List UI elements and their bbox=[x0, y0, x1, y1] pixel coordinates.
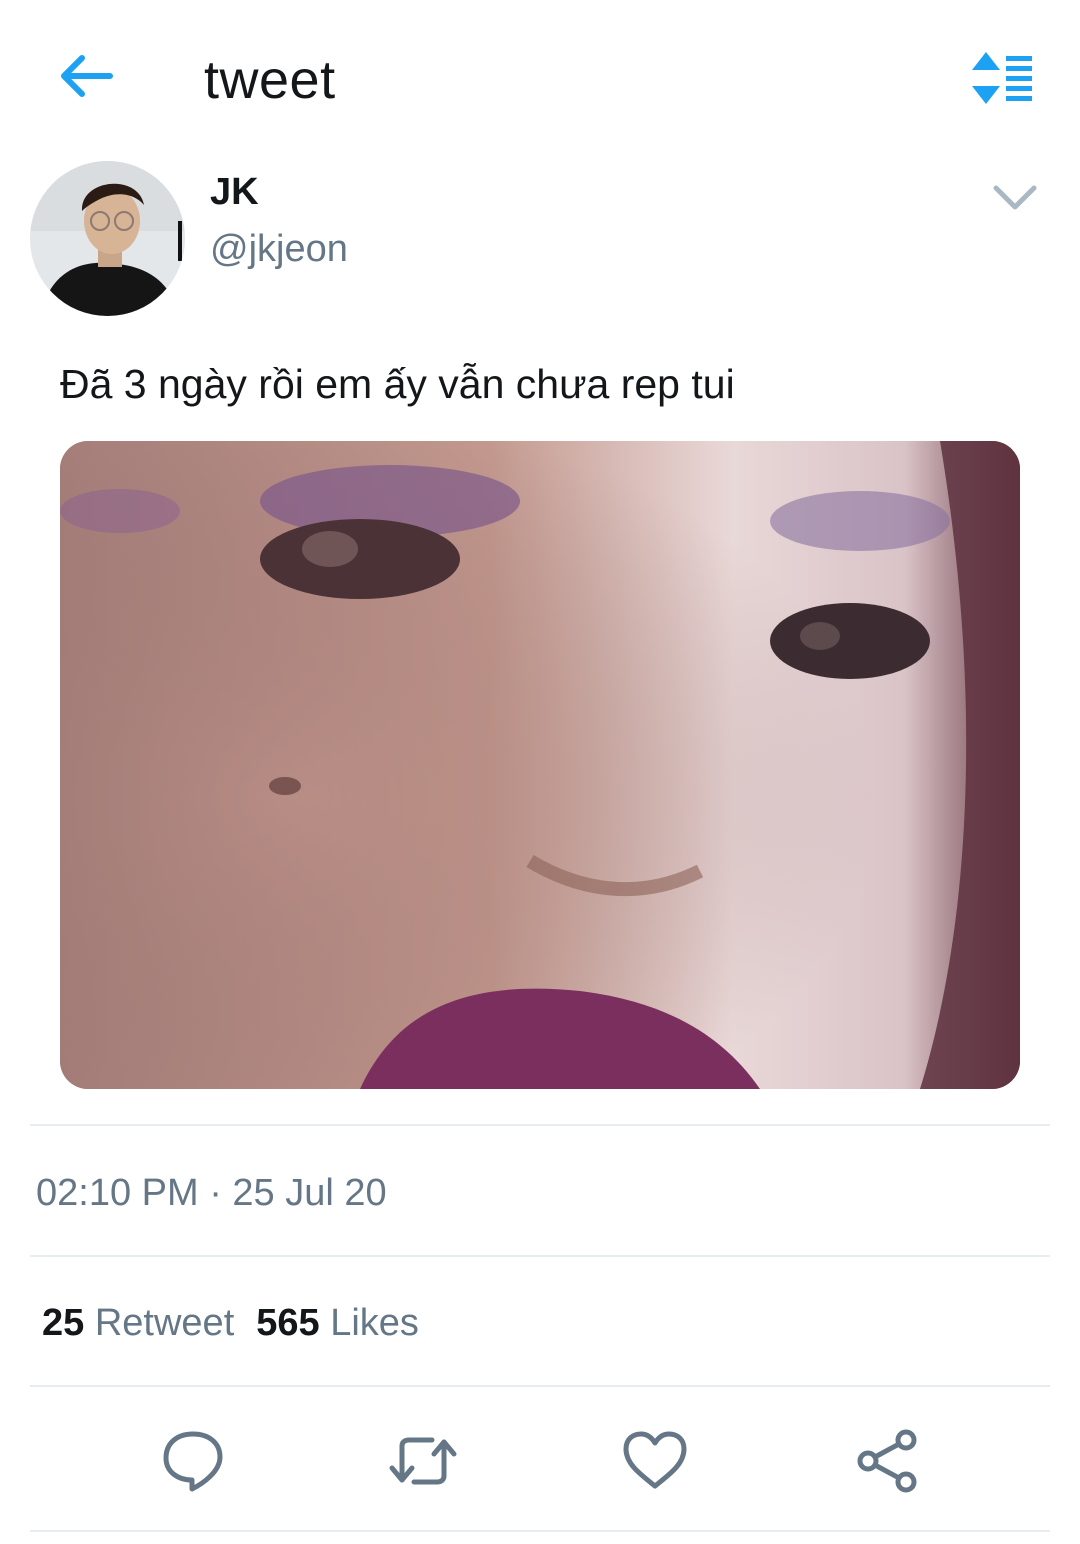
top-bar: tweet bbox=[0, 0, 1080, 150]
sort-list-icon bbox=[972, 52, 1032, 104]
reply-icon bbox=[163, 1431, 223, 1492]
face-closeup-photo bbox=[60, 441, 1020, 1089]
share-button[interactable] bbox=[852, 1426, 922, 1496]
page-title: tweet bbox=[204, 50, 336, 110]
divider bbox=[30, 1255, 1050, 1257]
tweet-stats: 25 Retweet 565 Likes bbox=[42, 1300, 419, 1346]
likes-label: Likes bbox=[330, 1302, 419, 1344]
tweet-text: Đã 3 ngày rồi em ấy vẫn chưa rep tui bbox=[60, 361, 735, 407]
reply-button[interactable] bbox=[158, 1426, 228, 1496]
likes-count-link[interactable]: 565 Likes bbox=[256, 1300, 419, 1346]
retweet-count: 25 bbox=[42, 1302, 85, 1344]
divider bbox=[30, 1530, 1050, 1532]
back-button[interactable] bbox=[52, 48, 118, 104]
divider bbox=[30, 1385, 1050, 1387]
retweet-button[interactable] bbox=[388, 1426, 458, 1496]
like-button[interactable] bbox=[620, 1426, 690, 1496]
divider bbox=[30, 1124, 1050, 1126]
avatar[interactable] bbox=[30, 161, 185, 316]
tweet-timestamp: 02:10 PM · 25 Jul 20 bbox=[36, 1172, 387, 1214]
author-name[interactable]: JK bbox=[210, 170, 259, 214]
likes-count: 565 bbox=[256, 1302, 320, 1344]
retweet-count-link[interactable]: 25 Retweet bbox=[42, 1300, 234, 1346]
tweet-media-image[interactable] bbox=[60, 441, 1020, 1089]
like-icon bbox=[623, 1431, 687, 1489]
sort-button[interactable] bbox=[966, 50, 1038, 106]
author-handle[interactable]: @jkjeon bbox=[210, 226, 348, 272]
retweet-icon bbox=[389, 1437, 457, 1485]
chevron-down-icon bbox=[993, 185, 1037, 210]
avatar-photo bbox=[30, 161, 185, 316]
retweet-label: Retweet bbox=[94, 1302, 235, 1344]
share-icon bbox=[857, 1429, 917, 1493]
arrow-left-icon bbox=[61, 55, 113, 97]
more-options-button[interactable] bbox=[990, 180, 1040, 216]
